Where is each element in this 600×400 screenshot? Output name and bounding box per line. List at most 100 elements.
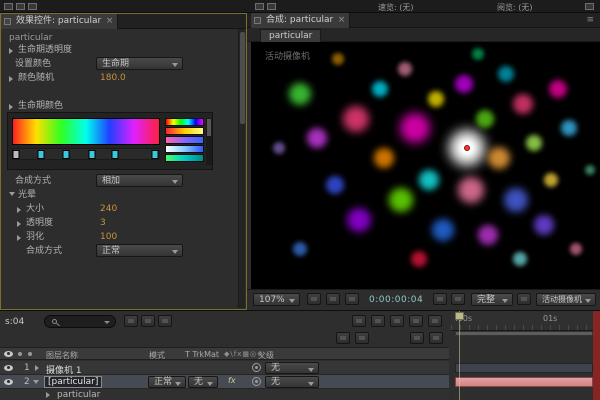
twirl-icon[interactable] [17,207,21,213]
hide-shy-layers-icon[interactable] [158,315,172,327]
parent-dropdown[interactable]: 无 [265,362,319,374]
glow-feather-label: 羽化 [26,232,45,242]
pickwhip-icon[interactable] [252,363,261,372]
layer-name[interactable]: [particular] [44,376,103,388]
window-icon[interactable] [585,3,594,10]
table-row-camera[interactable]: 1 摄像机 1 无 [0,361,449,376]
tab-composition[interactable]: 合成: particular [251,13,351,28]
fx-switch-icon[interactable] [228,376,236,385]
color-random-value[interactable]: 180.0 [100,72,126,84]
eye-icon[interactable] [4,379,13,385]
viewport[interactable]: 活动摄像机 [251,42,600,289]
parent-dropdown[interactable]: 无 [265,376,319,388]
gradient-preset[interactable] [165,118,204,126]
gradient-preset[interactable] [165,154,204,162]
camera-layer-bar[interactable] [455,363,593,373]
panel-dock-icon2[interactable] [267,3,276,10]
twirl-icon[interactable] [9,192,15,196]
table-row-effect[interactable]: particular [0,389,449,400]
effect-name[interactable]: particular [57,390,100,400]
col-parent[interactable]: 父级 [258,350,274,361]
bokeh-particle [584,165,595,176]
gradient-preset[interactable] [165,136,204,144]
draft-3d-icon[interactable] [141,315,155,327]
gradient-stop[interactable] [62,150,70,159]
brainstorm-icon[interactable] [390,315,404,327]
gradient-stop[interactable] [88,150,96,159]
gradient-stop[interactable] [111,150,119,159]
zoom-in-icon[interactable] [429,332,443,344]
panel-dock-icon[interactable] [255,3,264,10]
preview-panel-tab[interactable]: 速览: (无) [378,2,413,13]
grid-icon[interactable] [16,3,25,10]
glow-feather-value[interactable]: 100 [100,231,117,243]
safe-guides-icon[interactable] [307,293,321,305]
gradient-stop[interactable] [151,150,159,159]
roi-icon[interactable] [517,293,531,305]
trkmat-dropdown[interactable]: 无 [188,376,218,388]
timeline-search-input[interactable] [44,315,116,328]
grid-toggle-icon[interactable] [326,293,340,305]
current-time-display[interactable]: s:04 [5,317,24,327]
mode-dropdown[interactable]: 正常 [148,376,186,388]
graph-editor-icon[interactable] [428,315,442,327]
close-icon[interactable] [338,13,346,27]
current-time-indicator-handle[interactable] [455,312,464,320]
twirl-icon[interactable] [33,380,39,384]
close-icon[interactable] [106,14,114,28]
review-panel-tab[interactable]: 阅览: (无) [497,2,532,13]
gradient-stop[interactable] [12,150,20,159]
eye-icon[interactable] [4,365,13,371]
twirl-icon[interactable] [9,48,13,54]
preset-scrollbar[interactable] [206,118,212,165]
twirl-icon[interactable] [9,76,13,82]
glow-size-value[interactable]: 240 [100,203,117,215]
motion-blur-icon[interactable] [371,315,385,327]
camera-view-dropdown[interactable]: 活动摄像机 [536,293,596,306]
work-area-bar[interactable] [455,331,593,336]
viewer-timecode[interactable]: 0:00:00:04 [369,295,423,305]
panel-scrollbar-thumb[interactable] [240,32,245,124]
mask-toggle-icon[interactable] [345,293,359,305]
table-row-particular[interactable]: 2 [particular] 正常 无 无 [0,375,449,389]
glow-blend-dropdown[interactable]: 正常 [96,244,183,257]
gradient-stop[interactable] [37,150,45,159]
resolution-dropdown[interactable]: 完整 [471,293,513,306]
gradient-preset[interactable] [165,127,204,135]
transfer-mode-dropdown[interactable]: 相加 [96,174,183,187]
color-gradient-ramp[interactable] [12,118,160,145]
layout-icon[interactable] [28,3,37,10]
workspace-icon[interactable] [4,3,13,10]
twirl-icon[interactable] [46,392,50,398]
col-mode[interactable]: 模式 [149,350,165,361]
bokeh-particle [457,177,484,204]
frame-blend-icon[interactable] [352,315,366,327]
col-layer-name[interactable]: 图层名称 [46,350,78,361]
tab-effect-controls[interactable]: 效果控件: particular [1,14,119,29]
panel-menu-icon[interactable] [586,15,594,25]
twirl-icon[interactable] [35,365,39,371]
comp-mini-flowchart-icon[interactable] [124,315,138,327]
comp-breadcrumb-tab[interactable]: particular [260,29,322,42]
auto-keyframe-icon[interactable] [409,315,423,327]
snapshot-icon[interactable] [433,293,447,305]
expand-inout-pane-icon[interactable] [355,332,369,344]
glow-opacity-value[interactable]: 3 [100,217,106,229]
zoom-out-icon[interactable] [410,332,424,344]
time-ruler[interactable]: :00s 01s [451,311,600,331]
current-time-indicator-line[interactable] [459,311,460,400]
gradient-preset[interactable] [165,145,204,153]
twirl-icon[interactable] [17,235,21,241]
expand-transform-pane-icon[interactable] [336,332,350,344]
preset-scrollbar-thumb[interactable] [207,119,211,136]
twirl-icon[interactable] [9,104,13,110]
panel-scrollbar[interactable] [238,29,245,308]
zoom-dropdown[interactable]: 107% [253,293,300,306]
emitter-point[interactable] [464,145,471,152]
pickwhip-icon[interactable] [252,377,261,386]
col-trkmat[interactable]: T TrkMat [185,350,219,359]
set-color-dropdown[interactable]: 生命期 [96,57,183,70]
show-channel-icon[interactable] [451,293,465,305]
twirl-icon[interactable] [17,221,21,227]
particular-layer-bar[interactable] [455,377,593,387]
